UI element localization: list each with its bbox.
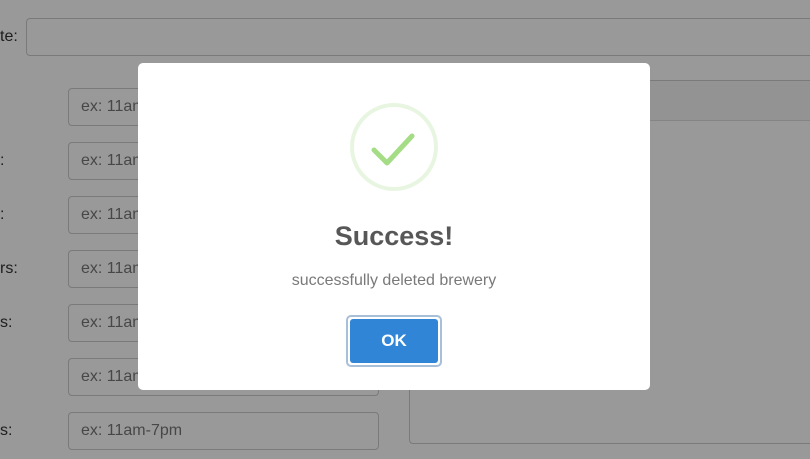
ok-button[interactable]: OK [346, 315, 442, 367]
modal-message: successfully deleted brewery [291, 272, 497, 289]
ok-button-label: OK [350, 319, 438, 363]
modal-title: Success! [334, 221, 454, 251]
checkmark-icon [350, 103, 438, 191]
success-modal: Success! successfully deleted brewery OK [138, 63, 650, 390]
